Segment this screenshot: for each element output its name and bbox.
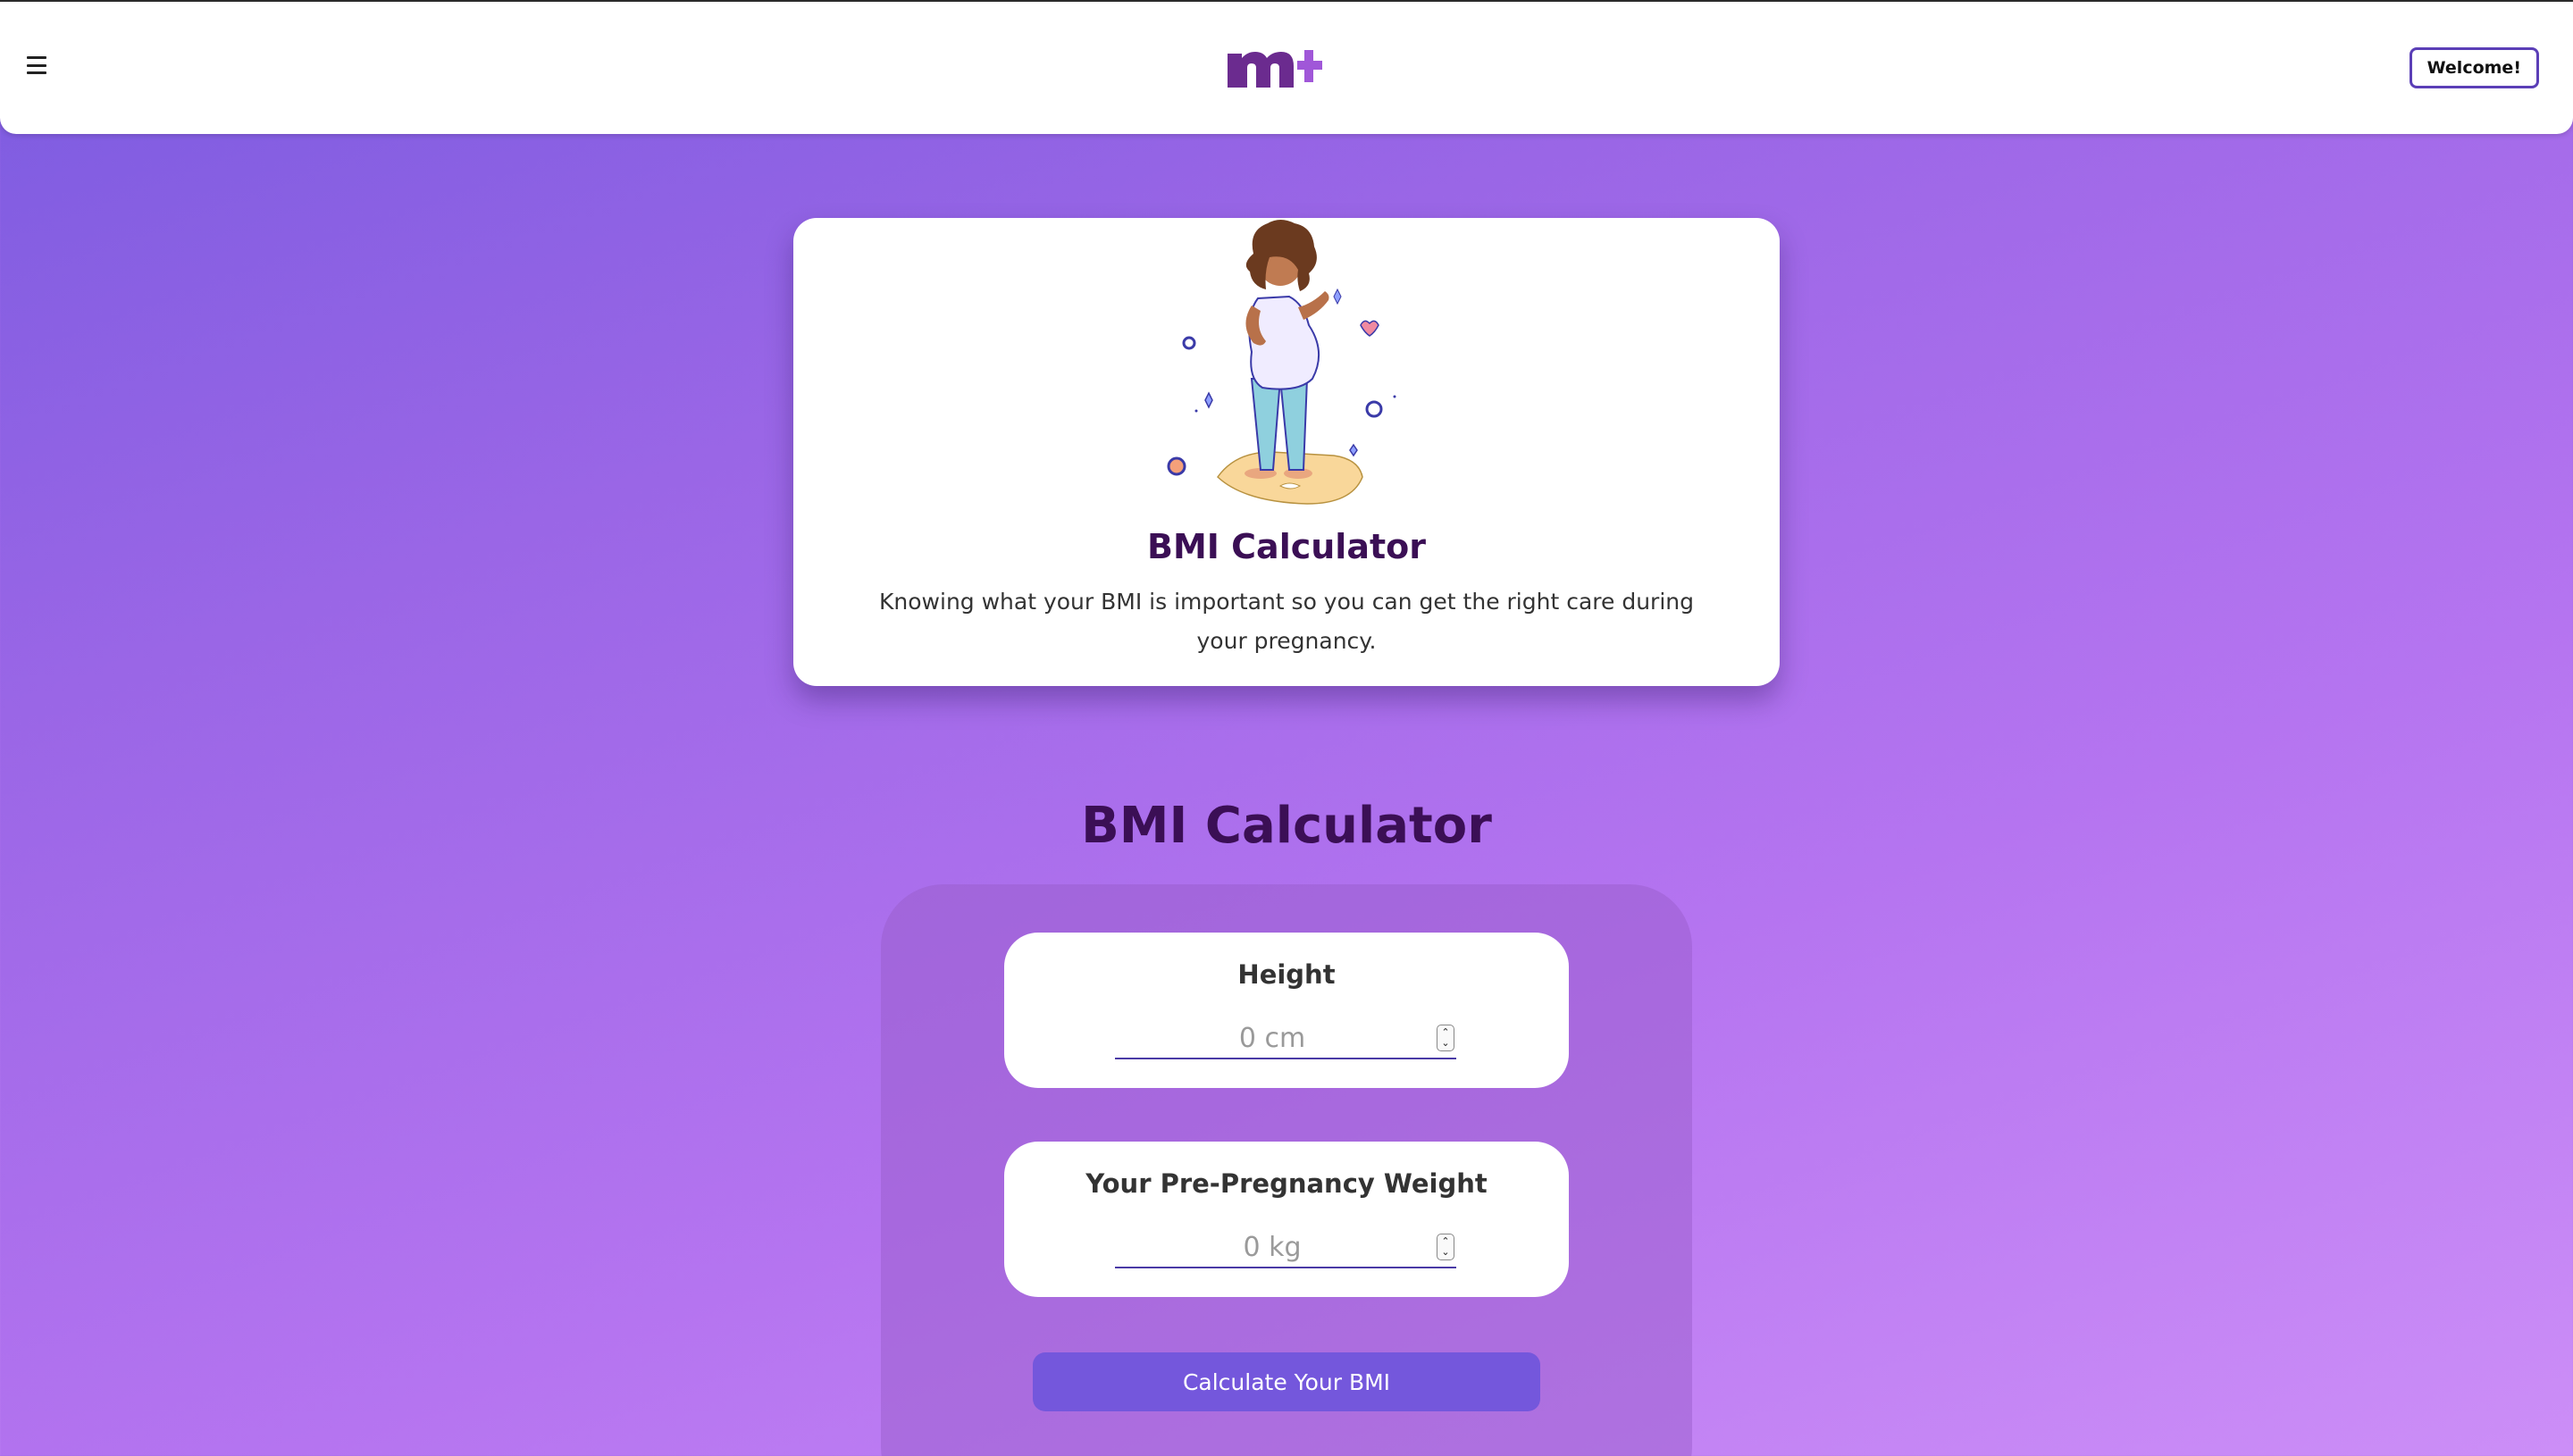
weight-stepper[interactable]: ⌃ ⌄ — [1437, 1234, 1454, 1260]
hero-card: BMI Calculator Knowing what your BMI is … — [793, 218, 1780, 686]
height-field-card: Height ⌃ ⌄ — [1004, 933, 1569, 1088]
hamburger-icon-bar — [27, 71, 46, 74]
hero-title: BMI Calculator — [1147, 527, 1426, 566]
weight-label: Your Pre-Pregnancy Weight — [1085, 1168, 1488, 1199]
pregnant-woman-on-scale-illustration — [1167, 220, 1396, 505]
calculate-bmi-button[interactable]: Calculate Your BMI — [1033, 1352, 1540, 1411]
height-stepper[interactable]: ⌃ ⌄ — [1437, 1025, 1454, 1051]
hero-description: Knowing what your BMI is important so yo… — [879, 589, 1694, 654]
calculator-heading: BMI Calculator — [1081, 797, 1492, 855]
weight-input[interactable] — [1115, 1227, 1456, 1267]
hamburger-menu-button[interactable] — [25, 54, 48, 77]
hamburger-icon-bar — [27, 63, 46, 67]
m-plus-logo-icon[interactable] — [1226, 41, 1324, 91]
chevron-down-icon[interactable]: ⌄ — [1441, 1038, 1449, 1049]
calculator-panel: Height ⌃ ⌄ Your Pre-Pregnancy Weight ⌃ ⌄… — [881, 884, 1692, 1456]
weight-input-wrapper: ⌃ ⌄ — [1115, 1227, 1456, 1268]
welcome-button[interactable]: Welcome! — [2409, 47, 2539, 88]
height-input-wrapper: ⌃ ⌄ — [1115, 1018, 1456, 1059]
weight-field-card: Your Pre-Pregnancy Weight ⌃ ⌄ — [1004, 1142, 1569, 1297]
top-nav-bar: Welcome! — [0, 0, 2573, 134]
height-input[interactable] — [1115, 1018, 1456, 1058]
height-label: Height — [1237, 959, 1336, 990]
hamburger-icon-bar — [27, 56, 46, 59]
chevron-down-icon[interactable]: ⌄ — [1441, 1247, 1449, 1258]
